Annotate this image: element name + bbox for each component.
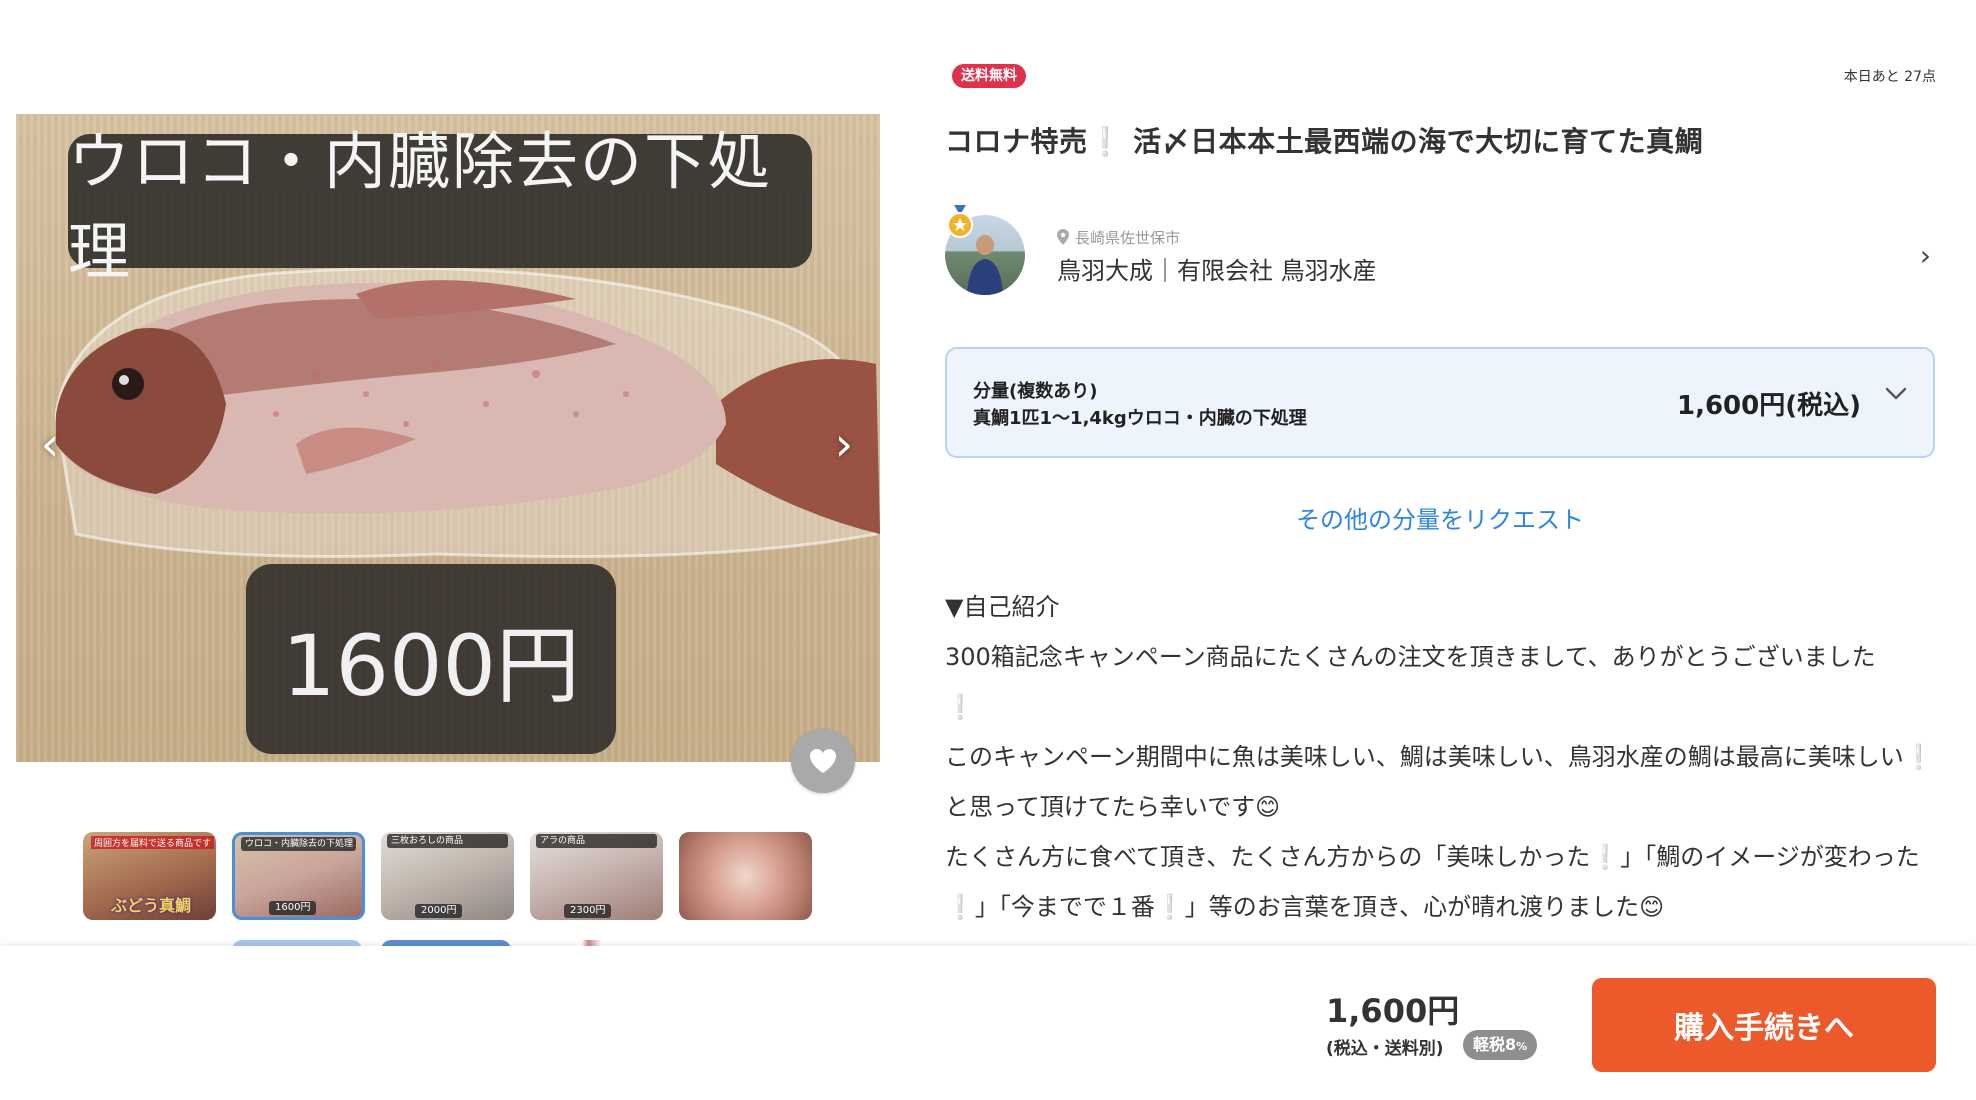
thumbnail-3-price: 2000円	[415, 904, 463, 918]
product-title-part2: 活〆日本本土最西端の海で大切に育てた真鯛	[1122, 125, 1704, 158]
exclamation-icon: ❕	[1590, 843, 1621, 871]
thumbnail-2-price: 1600円	[269, 901, 317, 915]
description-text: と思って頂けてたら幸いです😊	[945, 793, 1281, 821]
favorite-button[interactable]	[791, 729, 855, 793]
tax-badge-rate: 8	[1505, 1035, 1517, 1054]
medal-icon	[947, 205, 973, 238]
gallery-next-icon[interactable]: ›	[824, 414, 864, 474]
request-other-quantity-link[interactable]: その他の分量をリクエスト	[945, 500, 1935, 535]
exclamation-icon: ❕	[945, 693, 975, 721]
variant-label: 分量(複数あり)	[973, 381, 1098, 402]
description-heading: ▼自己紹介	[945, 593, 1060, 621]
product-description: ▼自己紹介 300箱記念キャンペーン商品にたくさんの注文を頂きまして、ありがとう…	[945, 582, 1935, 932]
seller-profile-link[interactable]: 長崎県佐世保市 鳥羽大成｜有限会社 鳥羽水産 ›	[945, 205, 1937, 295]
location-pin-icon	[1057, 229, 1069, 245]
thumbnail-2-label: ウロコ・内臓除去の下処理	[241, 837, 356, 851]
description-paragraph-1: 300箱記念キャンペーン商品にたくさんの注文を頂きまして、ありがとうございました…	[945, 632, 1935, 732]
gallery-prev-icon[interactable]: ‹	[30, 414, 70, 474]
thumbnail-4-label: アラの商品	[536, 834, 657, 848]
tax-badge-label: 軽税	[1473, 1035, 1506, 1054]
thumbnail-3-label: 三枚おろしの商品	[387, 834, 508, 848]
description-paragraph-3: たくさん方に食べて頂き、たくさん方からの「美味しかった❕」「鯛のイメージが変わっ…	[945, 832, 1935, 932]
exclamation-icon: ❕	[1087, 125, 1123, 158]
description-paragraph-2: このキャンペーン期間中に魚は美味しい、鯛は美味しい、鳥羽水産の鯛は最高に美味しい…	[945, 732, 1935, 832]
thumbnail-1-label: 周囲方を届料で送る商品です	[91, 836, 215, 849]
exclamation-icon: ❕	[1154, 893, 1185, 921]
exclamation-icon: ❕	[945, 893, 975, 921]
thumbnail-5[interactable]	[679, 832, 812, 920]
purchase-button[interactable]: 購入手続きへ	[1592, 978, 1936, 1072]
description-text: 」「今までで１番	[974, 893, 1155, 921]
main-product-photo[interactable]: ウロコ・内臓除去の下処理 1600円 ‹ ›	[16, 114, 880, 762]
description-text: 」等のお言葉を頂き、心が晴れ渡りました😊	[1184, 893, 1665, 921]
photo-caption-box: ウロコ・内臓除去の下処理	[68, 125, 812, 288]
purchase-bar: 1,600円 (税込・送料別) 軽税8% 購入手続きへ	[0, 946, 1976, 1100]
variant-price: 1,600円(税込)	[1676, 391, 1861, 421]
chevron-down-icon	[1885, 387, 1907, 400]
description-text: 300箱記念キャンペーン商品にたくさんの注文を頂きまして、ありがとうございました	[945, 643, 1876, 671]
heart-icon	[810, 749, 836, 773]
exclamation-icon: ❕	[1903, 743, 1934, 771]
description-text: このキャンペーン期間中に魚は美味しい、鯛は美味しい、鳥羽水産の鯛は最高に美味しい	[945, 743, 1904, 771]
chevron-right-icon: ›	[1919, 239, 1931, 272]
description-text: 」「鯛のイメージが変わった	[1620, 843, 1920, 871]
quantity-select[interactable]: 分量(複数あり) 真鯛1匹1〜1,4kgウロコ・内臓の下処理 1,600円(税込…	[945, 347, 1935, 458]
thumbnail-1[interactable]: 周囲方を届料で送る商品です ぶどう真鯛	[83, 832, 216, 920]
reduced-tax-badge: 軽税8%	[1463, 1030, 1538, 1060]
description-text: たくさん方に食べて頂き、たくさん方からの「美味しかった	[945, 843, 1591, 871]
total-price: 1,600円	[1326, 992, 1460, 1030]
stock-note: 本日あと 27点	[1843, 69, 1936, 85]
free-shipping-badge: 送料無料	[952, 64, 1026, 88]
seller-name: 鳥羽大成｜有限会社 鳥羽水産	[1057, 257, 1377, 285]
product-title: コロナ特売❕ 活〆日本本土最西端の海で大切に育てた真鯛	[945, 120, 1703, 160]
thumbnail-2[interactable]: ウロコ・内臓除去の下処理 1600円	[232, 832, 365, 920]
thumbnail-1-brand: ぶどう真鯛	[111, 896, 192, 915]
product-title-part1: コロナ特売	[945, 125, 1088, 158]
tax-badge-unit: %	[1516, 1040, 1528, 1053]
thumbnail-3[interactable]: 三枚おろしの商品 2000円	[381, 832, 514, 920]
variant-value: 真鯛1匹1〜1,4kgウロコ・内臓の下処理	[973, 408, 1307, 429]
seller-location: 長崎県佐世保市	[1057, 227, 1180, 248]
tax-shipping-note: (税込・送料別)	[1326, 1039, 1444, 1059]
thumbnail-4-price: 2300円	[564, 904, 612, 918]
seller-location-text: 長崎県佐世保市	[1075, 229, 1181, 247]
photo-price-box: 1600円	[246, 564, 616, 754]
thumbnail-4[interactable]: アラの商品 2300円	[530, 832, 663, 920]
photo-caption: ウロコ・内臓除去の下処理	[68, 125, 773, 288]
photo-price-text: 1600円	[282, 616, 580, 715]
